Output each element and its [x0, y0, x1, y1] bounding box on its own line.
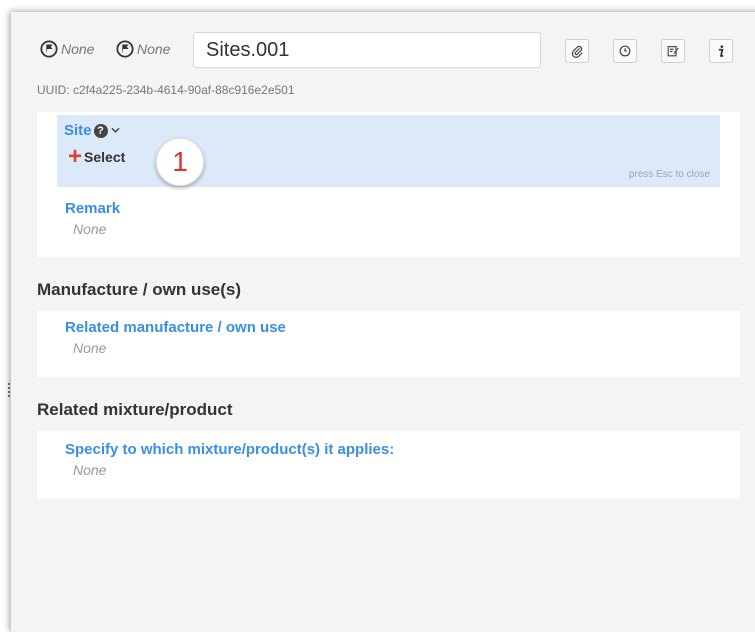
paperclip-icon [571, 45, 583, 58]
flag-icon [40, 40, 58, 58]
info-icon [718, 45, 724, 57]
flag-regulatory[interactable]: None [40, 40, 94, 58]
esc-hint: press Esc to close [628, 169, 710, 180]
flag-label: None [61, 41, 95, 57]
site-field[interactable]: Site ? + Select press Esc to close [57, 115, 720, 187]
flag-icon [116, 40, 134, 58]
edit-note-icon [667, 46, 679, 57]
mixture-applies-value: None [73, 462, 107, 478]
related-manufacture-field[interactable]: Related manufacture / own use None [65, 319, 286, 356]
select-site-button[interactable]: + Select [68, 143, 126, 170]
name-input[interactable] [193, 32, 541, 68]
chevron-down-icon[interactable] [110, 127, 120, 134]
flag-confidentiality[interactable]: None [116, 40, 170, 58]
related-manufacture-label: Related manufacture / own use [65, 319, 286, 336]
remark-field[interactable]: Remark None [65, 200, 120, 237]
related-manufacture-value: None [73, 340, 107, 356]
select-label: Select [84, 149, 126, 165]
mixture-applies-label: Specify to which mixture/product(s) it a… [65, 441, 395, 458]
site-label: Site [64, 122, 92, 139]
mixture-applies-field[interactable]: Specify to which mixture/product(s) it a… [65, 441, 394, 478]
manufacture-card: Related manufacture / own use None [37, 311, 740, 377]
mixture-section-title: Related mixture/product [37, 400, 233, 419]
remark-label: Remark [65, 200, 121, 217]
mixture-card: Specify to which mixture/product(s) it a… [37, 431, 740, 499]
manufacture-section-title: Manufacture / own use(s) [37, 280, 242, 299]
drag-handle[interactable] [8, 383, 10, 397]
history-button[interactable] [613, 39, 637, 63]
uuid-text: UUID: c2f4a225-234b-4614-90af-88c916e2e5… [37, 83, 295, 97]
step-badge: 1 [156, 138, 204, 186]
site-label-group: Site ? [64, 122, 120, 139]
site-remark-card: Site ? + Select press Esc to close Remar… [37, 112, 740, 257]
clock-icon [619, 45, 631, 57]
attachment-button[interactable] [565, 39, 589, 63]
remark-value: None [73, 221, 107, 237]
help-icon[interactable]: ? [93, 123, 108, 138]
header: None None [40, 32, 740, 68]
flag-label: None [137, 41, 171, 57]
annotation-button[interactable] [661, 39, 685, 63]
info-button[interactable] [709, 39, 733, 63]
plus-icon: + [68, 143, 83, 170]
